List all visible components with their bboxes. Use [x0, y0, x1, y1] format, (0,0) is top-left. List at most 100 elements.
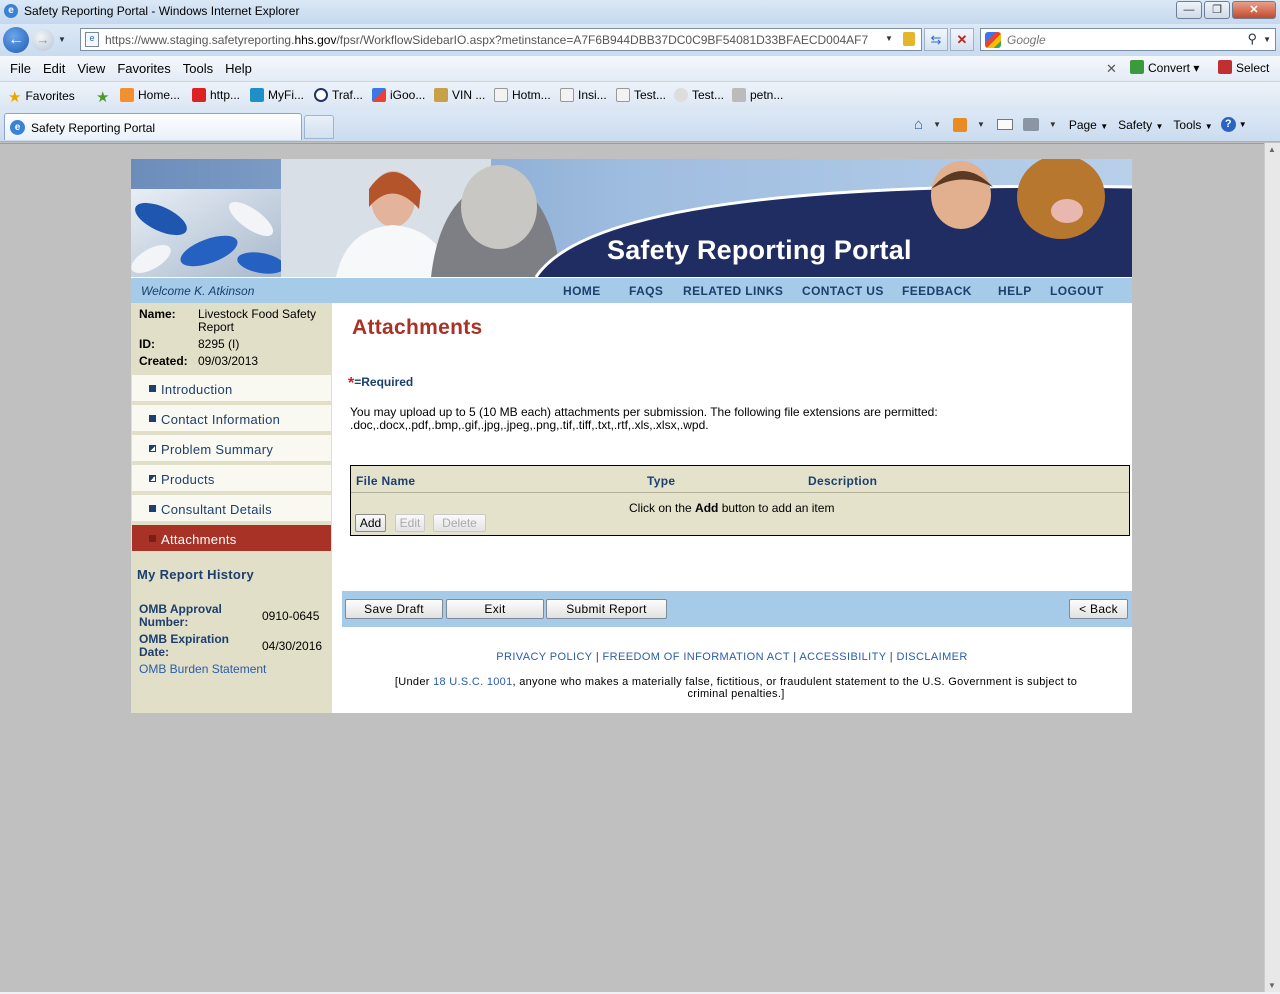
stop-button[interactable]: ✕ [950, 28, 974, 51]
favorite-link-8[interactable]: Insi... [560, 88, 607, 102]
bullet-icon [149, 505, 156, 512]
home-dropdown-icon[interactable]: ▼ [933, 120, 941, 129]
feeds-dropdown-icon[interactable]: ▼ [977, 120, 985, 129]
ie-page-icon: e [10, 120, 25, 135]
sidebar-item-problem-summary[interactable]: Problem Summary [132, 435, 331, 463]
favorites-button[interactable]: ★ Favorites [8, 88, 75, 106]
print-dropdown-icon[interactable]: ▼ [1049, 120, 1057, 129]
tab-safety-reporting-portal[interactable]: e Safety Reporting Portal [4, 113, 302, 140]
search-icon[interactable]: ⚲ [1247, 31, 1257, 47]
back-button-page[interactable]: < Back [1069, 599, 1128, 619]
sidebar-item-consultant-details[interactable]: Consultant Details [132, 495, 331, 523]
menu-help[interactable]: Help [219, 61, 258, 76]
menu-edit[interactable]: Edit [37, 61, 71, 76]
refresh-button[interactable]: ⇆ [924, 28, 948, 51]
ie-logo-icon: e [4, 4, 18, 18]
minimize-button[interactable]: — [1176, 1, 1202, 19]
name-label: Name: [139, 307, 176, 321]
url-input[interactable]: e https://www.staging.safetyreporting.hh… [80, 28, 922, 51]
add-favorite-icon[interactable]: ★ [96, 88, 113, 106]
privacy-policy-link[interactable]: PRIVACY POLICY [496, 651, 592, 663]
exit-button[interactable]: Exit [446, 599, 544, 619]
forward-button[interactable]: → [32, 29, 54, 51]
page-menu[interactable]: Page ▼ [1069, 118, 1108, 132]
omb-info: OMB Approval Number: 0910-0645 OMB Expir… [131, 587, 332, 713]
foia-link[interactable]: FREEDOM OF INFORMATION ACT [603, 651, 790, 663]
sidebar: Name: Livestock Food Safety Report ID: 8… [131, 303, 332, 713]
new-tab-button[interactable] [304, 115, 334, 139]
history-dropdown-icon[interactable]: ▼ [58, 35, 66, 44]
sidebar-item-label: Products [161, 472, 215, 487]
nav-contact-us[interactable]: CONTACT US [802, 284, 884, 298]
menu-favorites[interactable]: Favorites [111, 61, 176, 76]
close-window-button[interactable]: ✕ [1232, 1, 1276, 19]
mail-icon[interactable] [996, 119, 1013, 130]
window-title: Safety Reporting Portal - Windows Intern… [24, 4, 300, 18]
required-legend: *=Required [348, 375, 414, 392]
nav-faqs[interactable]: FAQS [629, 284, 663, 298]
favorite-link-9[interactable]: Test... [616, 88, 666, 102]
search-input[interactable]: Google ⚲ ▼ [980, 28, 1276, 51]
convert-button[interactable]: Convert ▾ [1130, 60, 1199, 75]
google-icon [985, 32, 1001, 48]
select-button[interactable]: Select [1218, 60, 1269, 75]
scroll-down-icon[interactable]: ▼ [1268, 981, 1276, 990]
nav-feedback[interactable]: FEEDBACK [902, 284, 972, 298]
help-dropdown-icon[interactable]: ▼ [1239, 120, 1247, 129]
safety-menu[interactable]: Safety ▼ [1118, 118, 1163, 132]
omb-burden-statement-link[interactable]: OMB Burden Statement [139, 662, 266, 676]
url-domain: hhs.gov [294, 33, 337, 47]
sidebar-item-label: Attachments [161, 532, 237, 547]
disclaimer-link[interactable]: DISCLAIMER [896, 651, 967, 663]
favorite-link-7[interactable]: Hotm... [494, 88, 551, 102]
bookmark-icon [314, 88, 328, 102]
tools-menu[interactable]: Tools ▼ [1173, 118, 1212, 132]
print-icon[interactable] [1022, 118, 1039, 131]
sidebar-item-attachments[interactable]: Attachments [132, 525, 331, 553]
menu-file[interactable]: File [4, 61, 37, 76]
feeds-icon[interactable] [952, 117, 967, 132]
menu-view[interactable]: View [71, 61, 111, 76]
nav-logout[interactable]: LOGOUT [1050, 284, 1104, 298]
sidebar-item-contact-information[interactable]: Contact Information [132, 405, 331, 433]
add-button[interactable]: Add [355, 514, 386, 532]
nav-home[interactable]: HOME [563, 284, 601, 298]
submit-report-button[interactable]: Submit Report [546, 599, 667, 619]
usc-link[interactable]: 18 U.S.C. 1001 [433, 676, 512, 688]
favorite-link-6[interactable]: VIN ... [434, 88, 485, 102]
url-dropdown-icon[interactable]: ▼ [885, 34, 893, 43]
window-titlebar: e Safety Reporting Portal - Windows Inte… [0, 0, 1280, 24]
favorite-link-4[interactable]: Traf... [314, 88, 363, 102]
banner-title: Safety Reporting Portal [607, 235, 912, 265]
delete-button[interactable]: Delete [433, 514, 486, 532]
menu-bar: File Edit View Favorites Tools Help ✕ Co… [0, 56, 1280, 82]
restore-button[interactable]: ❐ [1204, 1, 1230, 19]
search-dropdown-icon[interactable]: ▼ [1263, 35, 1271, 44]
bookmark-icon [616, 88, 630, 102]
scroll-up-icon[interactable]: ▲ [1268, 145, 1276, 154]
favorite-link-2[interactable]: http... [192, 88, 240, 102]
sidebar-item-products[interactable]: Products [132, 465, 331, 493]
help-icon[interactable]: ? [1220, 117, 1236, 132]
favorite-link-10[interactable]: Test... [674, 88, 724, 102]
close-toolbar-icon[interactable]: ✕ [1106, 61, 1117, 77]
nav-help[interactable]: HELP [998, 284, 1032, 298]
url-prefix: https://www.staging.safetyreporting. [105, 33, 295, 47]
nav-related-links[interactable]: RELATED LINKS [683, 284, 783, 298]
favorite-link-5[interactable]: iGoo... [372, 88, 425, 102]
lock-icon[interactable] [903, 32, 915, 46]
edit-button[interactable]: Edit [395, 514, 425, 532]
favorite-link-3[interactable]: MyFi... [250, 88, 304, 102]
sidebar-item-introduction[interactable]: Introduction [132, 375, 331, 403]
menu-tools[interactable]: Tools [177, 61, 219, 76]
favorite-link-1[interactable]: Home... [120, 88, 180, 102]
vertical-scrollbar[interactable]: ▲ ▼ [1264, 143, 1280, 994]
accessibility-link[interactable]: ACCESSIBILITY [799, 651, 886, 663]
save-draft-button[interactable]: Save Draft [345, 599, 443, 619]
home-icon[interactable]: ⌂ [914, 116, 923, 133]
bookmark-icon [494, 88, 508, 102]
back-button[interactable]: ← [3, 27, 29, 53]
omb-expiration-label-2: Date: [139, 645, 170, 659]
favorite-link-11[interactable]: petn... [732, 88, 783, 102]
my-report-history-link[interactable]: My Report History [137, 567, 254, 582]
